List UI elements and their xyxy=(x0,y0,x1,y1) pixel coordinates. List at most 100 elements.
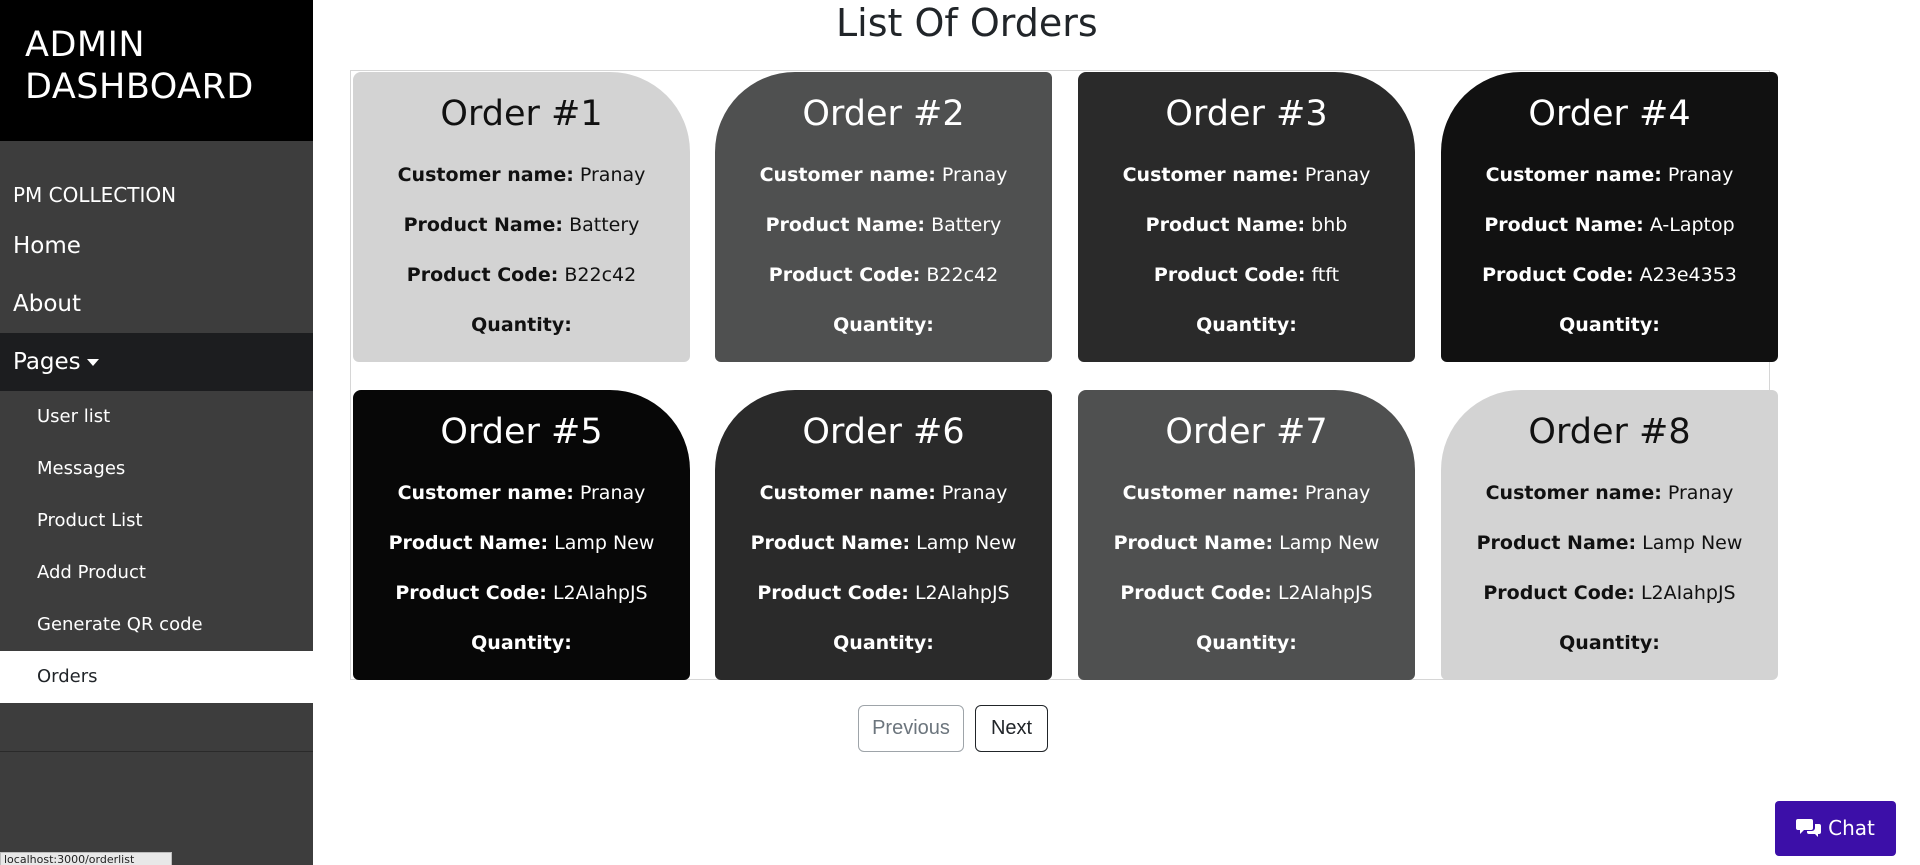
order-card: Order #2 Customer name: Pranay Product N… xyxy=(715,72,1052,362)
customer-label: Customer name: xyxy=(1122,482,1299,504)
order-title: Order #6 xyxy=(802,412,965,452)
customer-label: Customer name: xyxy=(1485,482,1662,504)
product-name-label: Product Name: xyxy=(388,532,549,554)
customer-label: Customer name: xyxy=(397,482,574,504)
order-title: Order #3 xyxy=(1165,94,1328,134)
quantity-label: Quantity: xyxy=(1196,314,1297,336)
product-code-row: Product Code: ftft xyxy=(1078,264,1415,286)
product-name-value: bhb xyxy=(1311,214,1348,236)
product-name-value: Battery xyxy=(931,214,1002,236)
product-code-value: A23e4353 xyxy=(1639,264,1737,286)
product-code-value: L2AIahpJS xyxy=(1277,582,1373,604)
nav-home[interactable]: Home xyxy=(0,217,313,275)
product-name-row: Product Name: A-Laptop xyxy=(1441,214,1778,236)
customer-row: Customer name: Pranay xyxy=(1078,482,1415,504)
customer-row: Customer name: Pranay xyxy=(353,164,690,186)
customer-row: Customer name: Pranay xyxy=(353,482,690,504)
order-card: Order #7 Customer name: Pranay Product N… xyxy=(1078,390,1415,680)
customer-label: Customer name: xyxy=(397,164,574,186)
product-name-value: Lamp New xyxy=(1279,532,1380,554)
product-code-label: Product Code: xyxy=(768,264,921,286)
product-name-label: Product Name: xyxy=(1476,532,1637,554)
product-name-label: Product Name: xyxy=(1145,214,1306,236)
quantity-row: Quantity: xyxy=(1078,632,1415,654)
sidebar-divider xyxy=(0,751,313,752)
product-code-value: B22c42 xyxy=(926,264,999,286)
product-code-row: Product Code: A23e4353 xyxy=(1441,264,1778,286)
caret-down-icon xyxy=(86,359,99,366)
previous-button[interactable]: Previous xyxy=(858,705,964,752)
brand-title[interactable]: ADMIN DASHBOARD xyxy=(0,0,313,141)
product-name-label: Product Name: xyxy=(403,214,564,236)
product-code-label: Product Code: xyxy=(406,264,559,286)
order-title: Order #7 xyxy=(1165,412,1328,452)
product-name-row: Product Name: Battery xyxy=(715,214,1052,236)
quantity-row: Quantity: xyxy=(1078,314,1415,336)
product-code-label: Product Code: xyxy=(395,582,547,604)
sidebar-item-product-list[interactable]: Product List xyxy=(0,495,313,547)
product-code-value: L2AIahpJS xyxy=(1640,582,1736,604)
chat-bubbles-icon xyxy=(1796,819,1822,837)
product-code-label: Product Code: xyxy=(1483,582,1635,604)
chat-button[interactable]: Chat xyxy=(1775,801,1896,856)
product-name-value: Lamp New xyxy=(1642,532,1743,554)
quantity-label: Quantity: xyxy=(471,314,572,336)
customer-value: Pranay xyxy=(1667,482,1734,504)
customer-label: Customer name: xyxy=(759,482,936,504)
customer-value: Pranay xyxy=(1667,164,1734,186)
quantity-label: Quantity: xyxy=(1559,632,1660,654)
order-card: Order #4 Customer name: Pranay Product N… xyxy=(1441,72,1778,362)
status-bar-url: localhost:3000/orderlist xyxy=(0,852,172,865)
quantity-label: Quantity: xyxy=(833,632,934,654)
product-code-label: Product Code: xyxy=(757,582,909,604)
nav-about[interactable]: About xyxy=(0,275,313,333)
order-title: Order #5 xyxy=(440,412,603,452)
quantity-row: Quantity: xyxy=(353,632,690,654)
product-code-row: Product Code: L2AIahpJS xyxy=(715,582,1052,604)
customer-row: Customer name: Pranay xyxy=(1078,164,1415,186)
next-button[interactable]: Next xyxy=(975,705,1048,752)
customer-value: Pranay xyxy=(1304,482,1371,504)
product-name-value: Battery xyxy=(569,214,640,236)
order-title: Order #1 xyxy=(440,94,603,134)
customer-value: Pranay xyxy=(579,482,646,504)
customer-row: Customer name: Pranay xyxy=(1441,164,1778,186)
order-title: Order #8 xyxy=(1528,412,1691,452)
product-code-label: Product Code: xyxy=(1153,264,1306,286)
nav-pages-dropdown[interactable]: Pages xyxy=(0,333,313,391)
customer-row: Customer name: Pranay xyxy=(1441,482,1778,504)
product-name-value: Lamp New xyxy=(916,532,1017,554)
product-code-value: B22c42 xyxy=(564,264,637,286)
product-code-value: L2AIahpJS xyxy=(914,582,1010,604)
sidebar-item-orders[interactable]: Orders xyxy=(0,651,313,703)
product-code-row: Product Code: L2AIahpJS xyxy=(1441,582,1778,604)
order-card: Order #8 Customer name: Pranay Product N… xyxy=(1441,390,1778,680)
product-name-row: Product Name: Lamp New xyxy=(353,532,690,554)
quantity-row: Quantity: xyxy=(715,314,1052,336)
product-code-value: ftft xyxy=(1311,264,1340,286)
sidebar-item-user-list[interactable]: User list xyxy=(0,391,313,443)
customer-label: Customer name: xyxy=(1122,164,1299,186)
customer-value: Pranay xyxy=(579,164,646,186)
sidebar-subbrand[interactable]: PM COLLECTION xyxy=(0,141,313,217)
product-name-row: Product Name: bhb xyxy=(1078,214,1415,236)
sidebar-item-messages[interactable]: Messages xyxy=(0,443,313,495)
nav-pages-label: Pages xyxy=(13,349,81,375)
product-code-row: Product Code: L2AIahpJS xyxy=(1078,582,1415,604)
customer-row: Customer name: Pranay xyxy=(715,164,1052,186)
order-card: Order #1 Customer name: Pranay Product N… xyxy=(353,72,690,362)
sidebar-item-generate-qr[interactable]: Generate QR code xyxy=(0,599,313,651)
quantity-row: Quantity: xyxy=(1441,632,1778,654)
customer-value: Pranay xyxy=(941,164,1008,186)
sidebar-item-add-product[interactable]: Add Product xyxy=(0,547,313,599)
product-name-row: Product Name: Lamp New xyxy=(715,532,1052,554)
product-code-row: Product Code: B22c42 xyxy=(353,264,690,286)
order-title: Order #2 xyxy=(802,94,965,134)
quantity-label: Quantity: xyxy=(1196,632,1297,654)
product-name-row: Product Name: Lamp New xyxy=(1078,532,1415,554)
chat-label: Chat xyxy=(1828,816,1875,840)
product-code-label: Product Code: xyxy=(1120,582,1272,604)
product-name-label: Product Name: xyxy=(1113,532,1274,554)
product-name-label: Product Name: xyxy=(750,532,911,554)
orders-grid: Order #1 Customer name: Pranay Product N… xyxy=(350,70,1778,680)
